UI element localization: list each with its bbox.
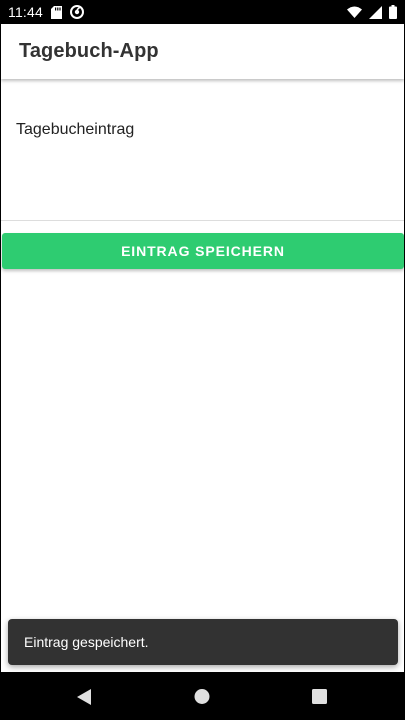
sync-icon xyxy=(70,5,84,19)
phone-frame: 11:44 Tagebuch-App Tagebucheintrag EINTR… xyxy=(0,0,405,720)
app-title: Tagebuch-App xyxy=(19,40,159,62)
sd-card-icon xyxy=(51,5,62,19)
nav-bar xyxy=(0,672,405,720)
app-bar: Tagebuch-App xyxy=(1,24,404,79)
status-time: 11:44 xyxy=(8,4,43,20)
entry-text-area[interactable]: Tagebucheintrag xyxy=(1,79,404,221)
back-icon[interactable] xyxy=(76,688,92,711)
wifi-icon xyxy=(347,6,362,18)
snackbar: Eintrag gespeichert. xyxy=(8,619,398,665)
status-bar: 11:44 xyxy=(0,0,405,24)
recents-icon[interactable] xyxy=(312,688,327,711)
battery-icon xyxy=(389,5,397,19)
save-entry-button[interactable]: EINTRAG SPEICHERN xyxy=(2,233,404,269)
status-right xyxy=(347,5,397,19)
entry-input[interactable]: Tagebucheintrag xyxy=(16,121,134,139)
home-icon[interactable] xyxy=(194,688,210,711)
snackbar-message: Eintrag gespeichert. xyxy=(24,634,149,650)
signal-icon xyxy=(369,5,382,19)
status-left: 11:44 xyxy=(8,4,84,20)
app-screen: Tagebuch-App Tagebucheintrag EINTRAG SPE… xyxy=(1,24,404,672)
